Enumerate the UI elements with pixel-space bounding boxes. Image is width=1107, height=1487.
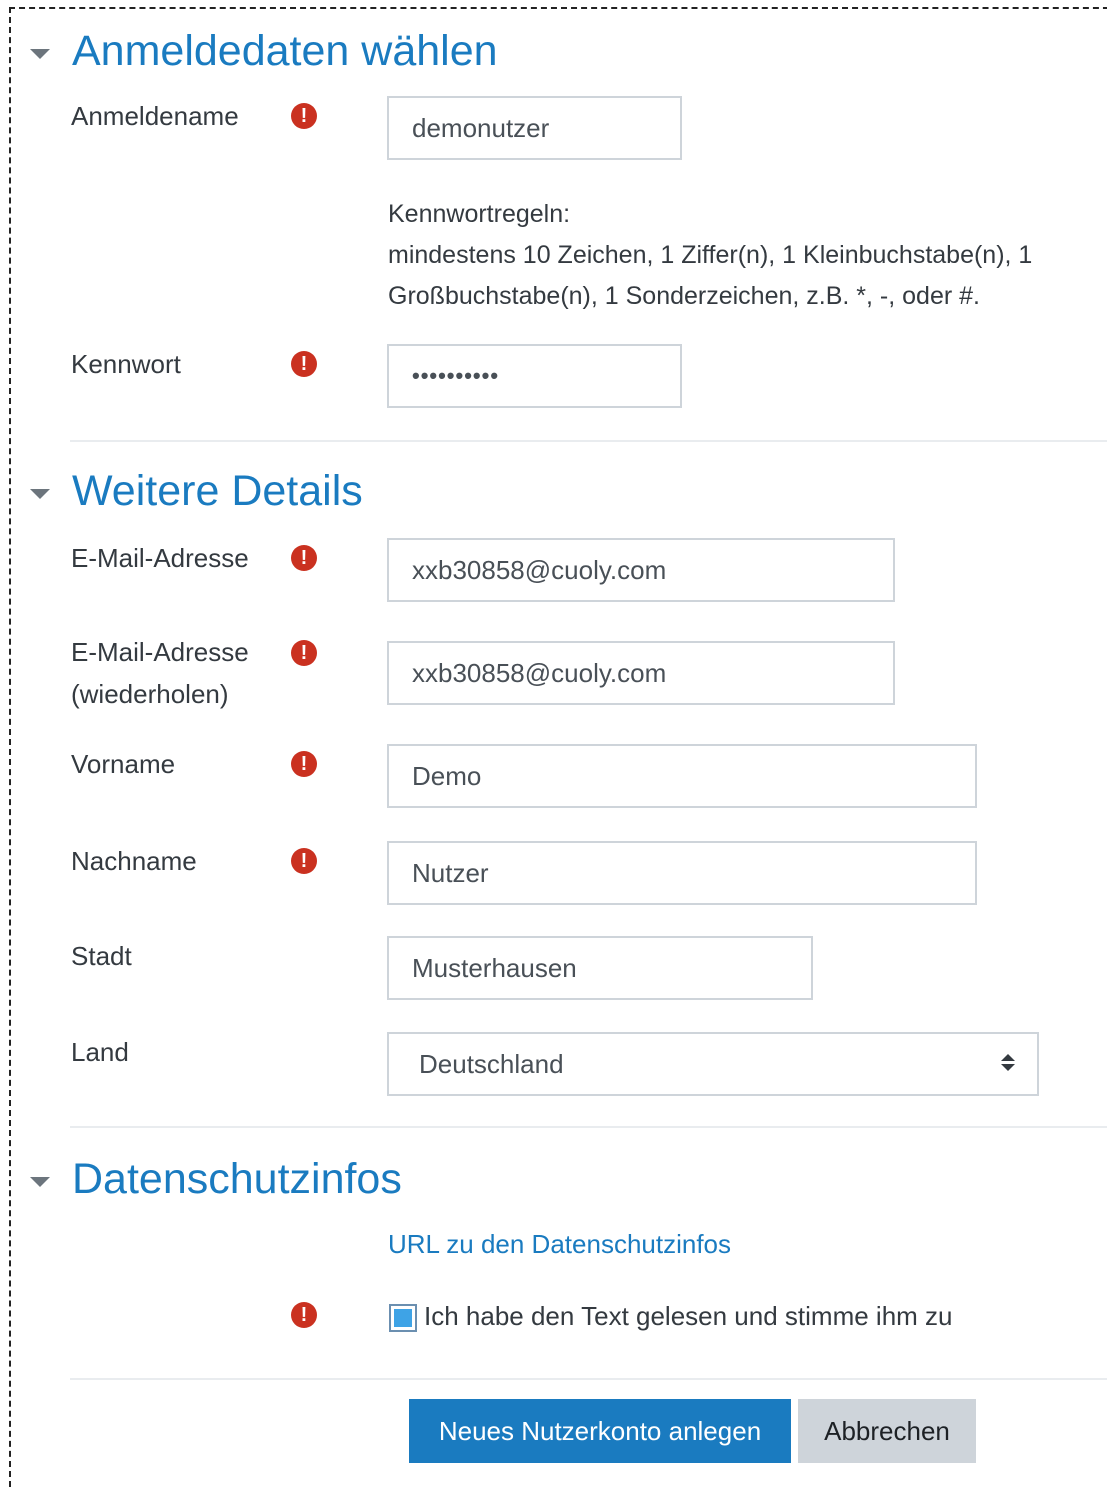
password-rules: Kennwortregeln: mindestens 10 Zeichen, 1… — [388, 194, 1098, 317]
required-icon: ! — [291, 545, 317, 571]
collapse-caret-icon[interactable] — [30, 488, 50, 499]
firstname-input[interactable]: Demo — [387, 744, 977, 808]
email-repeat-label-line1: E-Mail-Adresse — [71, 637, 249, 667]
privacy-agree-checkbox[interactable] — [389, 1304, 417, 1332]
country-select[interactable]: Deutschland — [387, 1032, 1039, 1096]
required-icon: ! — [291, 103, 317, 129]
required-icon: ! — [291, 848, 317, 874]
firstname-label: Vorname — [71, 749, 176, 779]
city-label: Stadt — [71, 941, 132, 971]
country-select-value: Deutschland — [419, 1048, 564, 1079]
section-header-login[interactable]: Anmeldedaten wählen — [30, 30, 498, 73]
username-input[interactable]: demonutzer — [387, 96, 682, 160]
country-label: Land — [71, 1037, 129, 1067]
email-repeat-label-line2: (wiederholen) — [71, 679, 229, 709]
email-repeat-input[interactable]: xxb30858@cuoly.com — [387, 641, 895, 705]
lastname-input[interactable]: Nutzer — [387, 841, 977, 905]
section-header-details[interactable]: Weitere Details — [30, 470, 363, 513]
email-input[interactable]: xxb30858@cuoly.com — [387, 538, 895, 602]
email-label: E-Mail-Adresse — [71, 543, 249, 573]
username-label: Anmeldename — [71, 101, 239, 131]
section-title: Weitere Details — [72, 467, 363, 515]
collapse-caret-icon[interactable] — [30, 48, 50, 59]
required-icon: ! — [291, 1302, 317, 1328]
section-divider — [70, 1126, 1107, 1128]
section-divider — [70, 440, 1107, 442]
select-arrows-icon — [1001, 1054, 1015, 1071]
section-header-privacy[interactable]: Datenschutzinfos — [30, 1158, 402, 1201]
required-icon: ! — [291, 640, 317, 666]
lastname-label: Nachname — [71, 846, 197, 876]
create-account-button[interactable]: Neues Nutzerkonto anlegen — [409, 1399, 791, 1463]
password-label: Kennwort — [71, 349, 181, 379]
section-divider — [70, 1378, 1107, 1380]
password-rules-heading: Kennwortregeln: — [388, 200, 571, 228]
privacy-agree-label[interactable]: Ich habe den Text gelesen und stimme ihm… — [424, 1296, 953, 1336]
required-icon: ! — [291, 751, 317, 777]
cancel-button[interactable]: Abbrechen — [798, 1399, 976, 1463]
password-rules-text: mindestens 10 Zeichen, 1 Ziffer(n), 1 Kl… — [388, 241, 1033, 310]
privacy-policy-link[interactable]: URL zu den Datenschutzinfos — [388, 1224, 731, 1264]
section-title: Datenschutzinfos — [72, 1155, 402, 1203]
required-icon: ! — [291, 351, 317, 377]
city-input[interactable]: Musterhausen — [387, 936, 813, 1000]
section-title: Anmeldedaten wählen — [72, 27, 498, 75]
collapse-caret-icon[interactable] — [30, 1176, 50, 1187]
email-repeat-label: E-Mail-Adresse (wiederholen) — [71, 631, 249, 715]
checkbox-checked-icon — [394, 1309, 412, 1327]
password-input[interactable]: •••••••••• — [387, 344, 682, 408]
